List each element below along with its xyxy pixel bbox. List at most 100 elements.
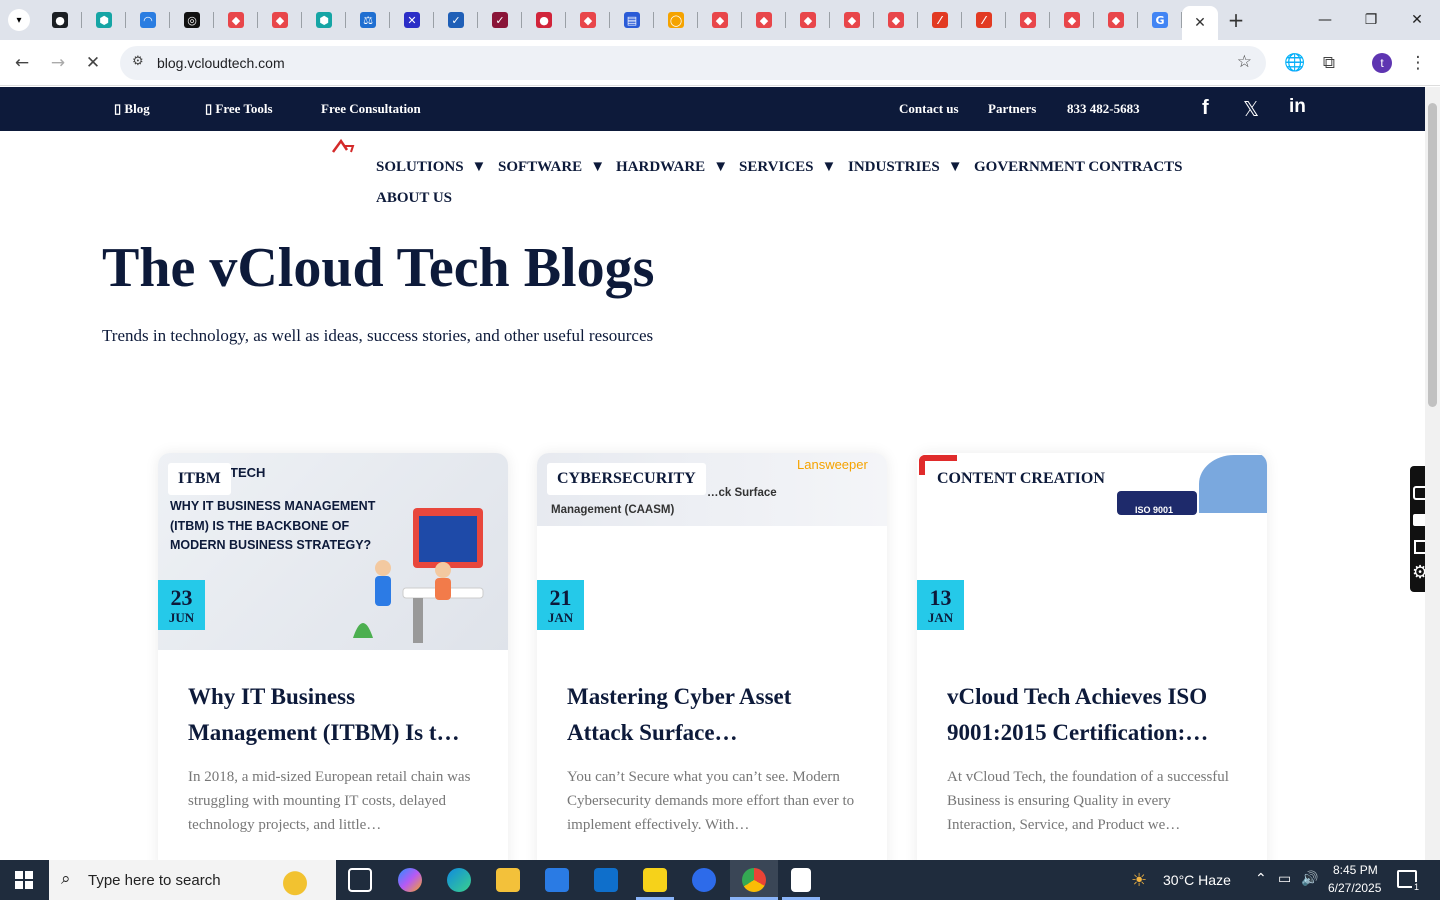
nav-solutions[interactable]: SOLUTIONS ▼ bbox=[376, 159, 486, 176]
caret-down-icon: ▼ bbox=[713, 159, 729, 175]
tab-icon-7: ⬢ bbox=[316, 12, 332, 28]
store-icon[interactable] bbox=[545, 868, 569, 892]
address-bar[interactable]: ⚙ blog.vcloudtech.com ☆ bbox=[120, 46, 1266, 80]
start-button[interactable] bbox=[0, 860, 48, 900]
site-info-icon[interactable]: ⚙ bbox=[132, 54, 144, 69]
browser-tab[interactable]: ◆ bbox=[258, 0, 302, 40]
browser-tab[interactable]: ◆ bbox=[566, 0, 610, 40]
notification-button[interactable]: 1 bbox=[1397, 870, 1421, 892]
browser-tab[interactable]: ✓ bbox=[478, 0, 522, 40]
browser-tab[interactable]: ● bbox=[522, 0, 566, 40]
browser-tab[interactable]: ◠ bbox=[126, 0, 170, 40]
x-twitter-icon[interactable]: 𝕏 bbox=[1243, 97, 1259, 121]
browser-tab[interactable]: ✓ bbox=[434, 0, 478, 40]
browser-tab[interactable]: ◯ bbox=[654, 0, 698, 40]
browser-tab[interactable]: ⁄ bbox=[962, 0, 1006, 40]
blog-link-label: Blog bbox=[124, 101, 150, 116]
menu-button[interactable]: ⋮ bbox=[1403, 48, 1433, 78]
chrome-taskbar-button[interactable] bbox=[730, 860, 778, 900]
notepad-icon[interactable] bbox=[791, 868, 811, 892]
browser-tab[interactable]: ◆ bbox=[1094, 0, 1138, 40]
facebook-icon[interactable]: f bbox=[1202, 97, 1209, 120]
browser-tab[interactable]: ✕ bbox=[390, 0, 434, 40]
blog-card-title[interactable]: Why IT Business Management (ITBM) Is t… bbox=[188, 679, 483, 751]
category-badge[interactable]: CONTENT CREATION bbox=[927, 463, 1115, 495]
blog-card[interactable]: ISO 9001 CONTENT CREATION 13 JAN vCloud T… bbox=[917, 453, 1267, 873]
site-logo[interactable] bbox=[331, 138, 355, 154]
partners-link[interactable]: Partners bbox=[988, 101, 1036, 117]
weather-icon[interactable]: ☀ bbox=[1131, 870, 1147, 891]
edge-icon[interactable] bbox=[447, 868, 471, 892]
task-view-icon[interactable] bbox=[348, 868, 372, 892]
stop-loading-button[interactable]: ✕ bbox=[78, 48, 108, 78]
restore-button[interactable]: ❐ bbox=[1348, 0, 1394, 40]
browser-tab[interactable]: ▤ bbox=[610, 0, 654, 40]
arrow-right-icon: → bbox=[50, 53, 66, 73]
blog-card[interactable]: Lansweeper …ck Surface Management (CAASM… bbox=[537, 453, 887, 873]
clock-date[interactable]: 6/27/2025 bbox=[1328, 881, 1381, 895]
browser-tab[interactable]: ◆ bbox=[214, 0, 258, 40]
zoom-icon[interactable] bbox=[692, 868, 716, 892]
nav-services[interactable]: SERVICES ▼ bbox=[739, 159, 836, 176]
file-explorer-icon[interactable] bbox=[496, 868, 520, 892]
url-text[interactable]: blog.vcloudtech.com bbox=[157, 55, 285, 71]
globe-icon: 🌐 bbox=[1284, 53, 1306, 73]
page-scrollbar[interactable] bbox=[1425, 87, 1440, 860]
nav-government-contracts[interactable]: GOVERNMENT CONTRACTS bbox=[974, 159, 1183, 176]
browser-tab[interactable]: ◆ bbox=[698, 0, 742, 40]
translate-extension-button[interactable]: 🌐 bbox=[1280, 48, 1310, 78]
weather-text[interactable]: 30°C Haze bbox=[1163, 872, 1231, 888]
phone-link[interactable]: 833 482-5683 bbox=[1067, 101, 1140, 117]
mail-icon[interactable] bbox=[594, 868, 618, 892]
browser-tab[interactable]: ⚖ bbox=[346, 0, 390, 40]
browser-tab[interactable]: ◆ bbox=[1050, 0, 1094, 40]
tab-icon-20: ◆ bbox=[888, 12, 904, 28]
sticky-notes-icon[interactable] bbox=[643, 868, 667, 892]
category-badge[interactable]: ITBM bbox=[168, 463, 231, 495]
browser-tab[interactable]: ◎ bbox=[170, 0, 214, 40]
close-window-button[interactable]: ✕ bbox=[1394, 0, 1440, 40]
taskbar-search[interactable]: ⌕ Type here to search bbox=[49, 860, 336, 900]
network-icon[interactable]: ▭ bbox=[1278, 871, 1291, 887]
copilot-icon[interactable] bbox=[398, 868, 422, 892]
contact-link[interactable]: Contact us bbox=[899, 101, 959, 117]
nav-industries[interactable]: INDUSTRIES ▼ bbox=[848, 159, 963, 176]
browser-tab[interactable]: G bbox=[1138, 0, 1182, 40]
extensions-button[interactable]: ⧉ bbox=[1314, 48, 1344, 78]
browser-tab[interactable]: ⬢ bbox=[82, 0, 126, 40]
tab-icon-23: ◆ bbox=[1020, 12, 1036, 28]
free-consultation-link[interactable]: Free Consultation bbox=[321, 101, 421, 117]
browser-tab[interactable]: ◆ bbox=[786, 0, 830, 40]
nav-hardware[interactable]: HARDWARE ▼ bbox=[616, 159, 728, 176]
close-icon: ✕ bbox=[85, 53, 101, 73]
tab-search-button[interactable]: ▾ bbox=[0, 0, 38, 40]
blog-card-title[interactable]: Mastering Cyber Asset Attack Surface… bbox=[567, 679, 862, 751]
scrollbar-thumb[interactable] bbox=[1428, 103, 1437, 407]
clock-time[interactable]: 8:45 PM bbox=[1333, 863, 1378, 877]
blog-card[interactable]: TECH WHY IT BUSINESS MANAGEMENT (ITBM) I… bbox=[158, 453, 508, 873]
browser-tab[interactable]: ◆ bbox=[874, 0, 918, 40]
forward-button[interactable]: → bbox=[43, 48, 73, 78]
linkedin-icon[interactable]: in bbox=[1289, 96, 1306, 118]
chevron-up-icon[interactable]: ⌃ bbox=[1255, 871, 1267, 887]
browser-tab[interactable]: ⁄ bbox=[918, 0, 962, 40]
pineapple-icon bbox=[273, 864, 317, 896]
nav-software[interactable]: SOFTWARE ▼ bbox=[498, 159, 605, 176]
back-button[interactable]: ← bbox=[7, 48, 37, 78]
free-tools-link[interactable]: ▯ Free Tools bbox=[205, 101, 273, 117]
new-tab-button[interactable]: + bbox=[1218, 0, 1254, 40]
profile-avatar[interactable]: t bbox=[1372, 53, 1392, 73]
browser-tab[interactable]: ● bbox=[38, 0, 82, 40]
star-icon[interactable]: ☆ bbox=[1237, 52, 1252, 72]
blog-card-title[interactable]: vCloud Tech Achieves ISO 9001:2015 Certi… bbox=[947, 679, 1242, 751]
active-tab-close-button[interactable]: ✕ bbox=[1182, 6, 1218, 40]
browser-tab[interactable]: ⬢ bbox=[302, 0, 346, 40]
browser-tab[interactable]: ◆ bbox=[742, 0, 786, 40]
minimize-button[interactable]: — bbox=[1302, 0, 1348, 40]
browser-tab[interactable]: ◆ bbox=[1006, 0, 1050, 40]
blog-link[interactable]: ▯ Blog bbox=[114, 101, 150, 117]
volume-icon[interactable]: 🔊 bbox=[1301, 871, 1318, 887]
category-badge[interactable]: CYBERSECURITY bbox=[547, 463, 706, 495]
nav-about-us[interactable]: ABOUT US bbox=[376, 190, 452, 207]
browser-tab[interactable]: ◆ bbox=[830, 0, 874, 40]
